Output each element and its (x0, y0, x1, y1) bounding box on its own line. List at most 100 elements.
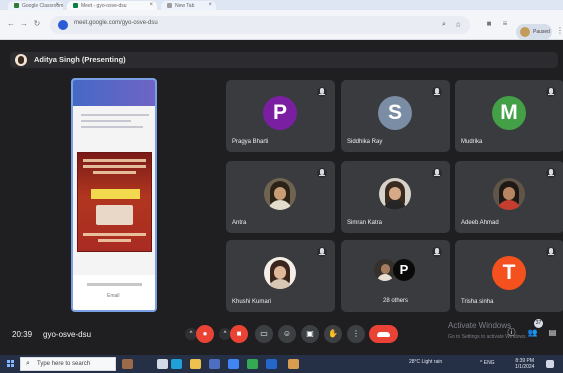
reload-icon[interactable]: ↻ (32, 19, 42, 29)
clock-date: 1/1/2024 (515, 364, 535, 370)
store-icon[interactable] (209, 359, 220, 369)
mic-off-icon (546, 247, 556, 257)
more-options-icon[interactable]: ⋮ (556, 26, 563, 35)
search-placeholder: Type here to search (37, 361, 91, 367)
photos-icon[interactable] (288, 359, 299, 369)
activate-windows-title: Activate Windows (448, 321, 512, 330)
presenter-avatar (15, 54, 27, 66)
chat-icon[interactable]: ▤ (546, 326, 559, 339)
windows-taskbar: ⌕ Type here to search 28°C Light rain ^ … (0, 355, 563, 373)
person-icon[interactable] (122, 359, 133, 369)
close-icon[interactable]: × (208, 2, 212, 8)
divider (81, 114, 149, 116)
avatar (264, 257, 296, 289)
participant-tile[interactable]: M Mudrika (455, 80, 563, 152)
raise-hand-icon[interactable]: ✋ (324, 325, 342, 343)
poster-text-line (83, 165, 146, 168)
present-icon[interactable]: ▣ (301, 325, 319, 343)
app-icon[interactable] (266, 359, 277, 369)
participant-tile[interactable]: Adeeb Ahmad (455, 161, 563, 233)
mic-off-icon (432, 168, 442, 178)
footer-label: Email (107, 293, 120, 299)
browser-tab-1[interactable]: Google Classroom × (8, 1, 63, 10)
star-icon[interactable]: ☆ (455, 21, 461, 29)
meet-icon (73, 3, 78, 8)
divider (87, 283, 142, 286)
shared-poster (77, 152, 152, 252)
mic-off-icon (317, 87, 327, 97)
participant-count-badge: 37 (534, 319, 543, 328)
poster-text-line (83, 233, 146, 236)
info-icon[interactable]: ⓘ (505, 326, 518, 339)
meeting-code: gyo-osve-dsu (43, 330, 92, 339)
participant-name: Simran Katra (347, 220, 383, 226)
browser-tab-2[interactable]: Meet - gyo-osve-dsu × (67, 1, 157, 10)
participant-name: Trisha sinha (461, 299, 494, 305)
task-view-icon[interactable] (157, 359, 168, 369)
tab-title: Meet - gyo-osve-dsu (81, 3, 127, 9)
participant-tile[interactable]: S Siddhika Ray (341, 80, 450, 152)
url-text[interactable]: meet.google.com/gyo-osve-dsu (74, 20, 158, 26)
camera-icon[interactable]: ■ (230, 325, 248, 343)
avatar: P (393, 259, 415, 281)
participant-name: Antra (232, 220, 247, 226)
leave-call-button[interactable] (369, 325, 398, 343)
avatar (379, 178, 411, 210)
poster-text-line (98, 239, 131, 242)
participant-tile[interactable]: Khushi Kumari (226, 240, 335, 312)
browser-tabstrip: Google Classroom × Meet - gyo-osve-dsu ×… (0, 0, 563, 10)
taskbar-search[interactable]: ⌕ Type here to search (20, 357, 116, 371)
poster-text-line (93, 171, 136, 174)
presenter-banner: Aditya Singh (Presenting) (10, 52, 558, 68)
browser-toolbar: ← → ↻ meet.google.com/gyo-osve-dsu ⌕ ☆ ■… (0, 10, 563, 40)
participant-name: Mudrika (461, 139, 483, 145)
mic-off-icon (317, 247, 327, 257)
search-icon: ⌕ (26, 360, 30, 367)
participant-name: Adeeb Ahmad (461, 220, 499, 226)
close-icon[interactable]: × (55, 2, 59, 8)
avatar: P (263, 96, 297, 130)
participant-tile[interactable]: Simran Katra (341, 161, 450, 233)
newtab-icon (167, 3, 172, 8)
address-bar[interactable]: meet.google.com/gyo-osve-dsu ⌕ ☆ (50, 16, 470, 34)
zoom-icon[interactable]: ⌕ (442, 21, 446, 29)
file-explorer-icon[interactable] (190, 359, 201, 369)
participant-tile[interactable]: P Pragya Bharti (226, 80, 335, 152)
captions-icon[interactable]: ▭ (255, 325, 273, 343)
menu-icon[interactable]: ≡ (500, 19, 510, 29)
more-options-icon[interactable]: ⋮ (347, 325, 365, 343)
avatar: S (378, 96, 412, 130)
mic-off-icon (432, 87, 442, 97)
close-icon[interactable]: × (149, 2, 153, 8)
chrome-icon[interactable] (247, 359, 258, 369)
browser-tab-3[interactable]: New Tab × (161, 1, 216, 10)
participant-tile[interactable]: Antra (226, 161, 335, 233)
mic-icon[interactable]: ● (196, 325, 214, 343)
shared-screen: Email (71, 78, 157, 312)
mic-off-icon (432, 247, 442, 257)
forward-icon[interactable]: → (19, 19, 29, 29)
weather-status[interactable]: 28°C Light rain (409, 359, 442, 365)
participant-tile-others[interactable]: P 28 others (341, 240, 450, 312)
mail-icon[interactable] (228, 359, 239, 369)
divider (81, 120, 131, 122)
poster-photo (96, 205, 133, 225)
divider (81, 126, 143, 128)
shared-footer: Email (73, 275, 155, 310)
participant-name: Khushi Kumari (232, 299, 272, 305)
grouped-avatars: P (368, 256, 424, 290)
poster-text-line (83, 159, 146, 162)
back-icon[interactable]: ← (6, 19, 16, 29)
extensions-icon[interactable]: ■ (484, 19, 494, 29)
system-tray[interactable]: ^ ENG (480, 360, 495, 366)
participant-tile[interactable]: T Trisha sinha (455, 240, 563, 312)
edge-icon[interactable] (171, 359, 182, 369)
participant-name: 28 others (382, 298, 409, 304)
classroom-icon (14, 3, 19, 8)
poster-banner (91, 189, 140, 199)
notification-icon[interactable] (546, 360, 554, 368)
system-clock[interactable]: 8:39 PM 1/1/2024 (515, 358, 534, 370)
emoji-icon[interactable]: ☺ (278, 325, 296, 343)
windows-start-icon[interactable] (7, 360, 15, 368)
profile-button[interactable]: Paused (516, 24, 552, 40)
